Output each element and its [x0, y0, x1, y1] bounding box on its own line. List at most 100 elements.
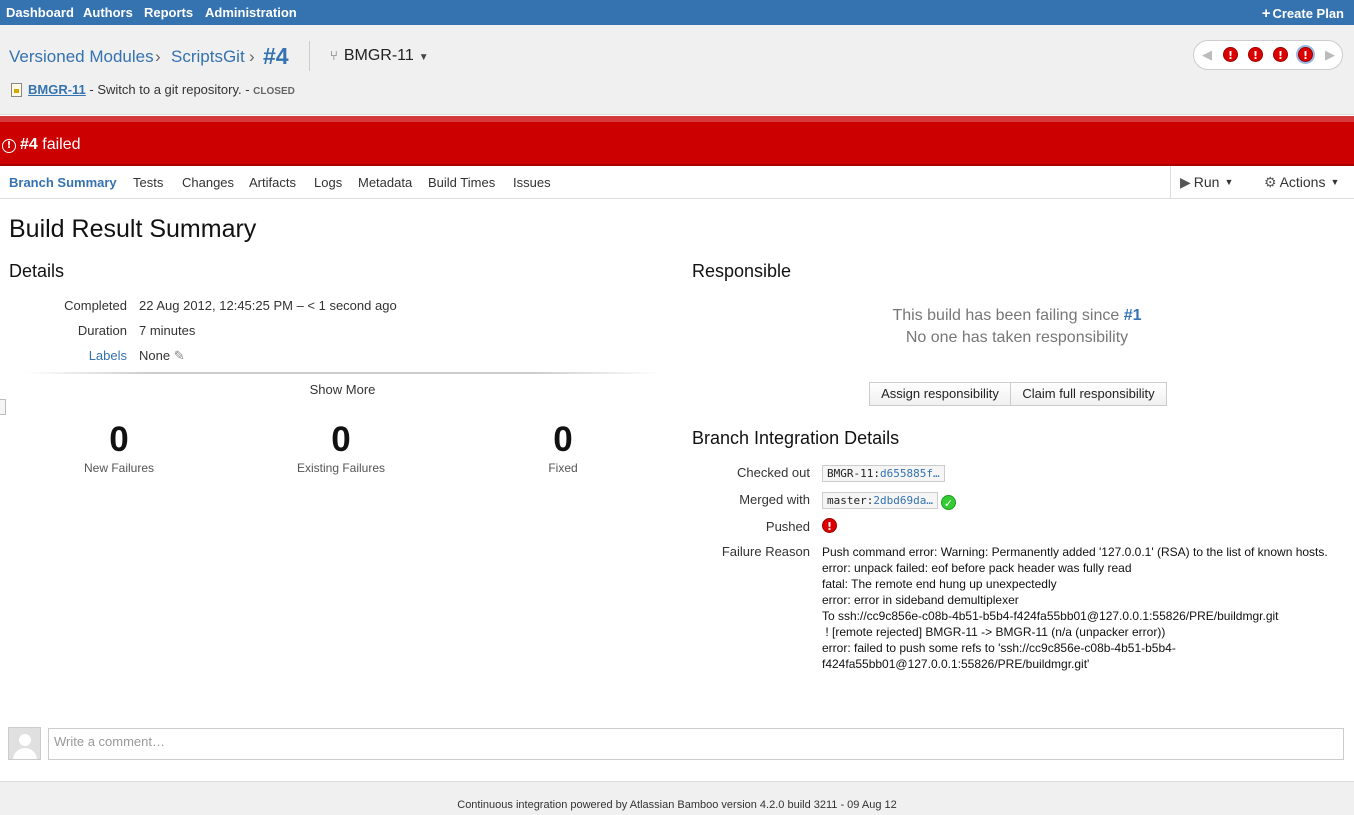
- claim-responsibility-button[interactable]: Claim full responsibility: [1010, 382, 1167, 406]
- build-history-nav: ◀ ! ! ! ! ▶: [1193, 40, 1343, 70]
- checked-out-revision: BMGR-11:d655885f…: [822, 465, 945, 482]
- tab-issues[interactable]: Issues: [513, 175, 551, 190]
- fixed-count: 0: [553, 420, 573, 459]
- no-responsibility-text: No one has taken responsibility: [905, 329, 1129, 346]
- new-failures-count: 0: [109, 420, 129, 459]
- details-heading: Details: [9, 261, 65, 281]
- breadcrumb-build-number[interactable]: #4: [263, 43, 289, 70]
- play-icon: ▶: [1180, 174, 1191, 190]
- existing-failures-count: 0: [331, 420, 351, 459]
- branch-icon: ⑂: [330, 48, 338, 63]
- breadcrumb-project[interactable]: Versioned Modules: [9, 47, 154, 67]
- labels-value: None ✎: [139, 348, 185, 364]
- failing-since-prefix: This build has been failing since: [892, 307, 1124, 324]
- avatar-head: [19, 734, 31, 746]
- create-plan-button[interactable]: + Create Plan: [1262, 5, 1344, 22]
- chevron-down-icon: ▼: [418, 52, 429, 63]
- avatar-body: [13, 748, 37, 759]
- issue-status-badge: CLOSED: [253, 86, 295, 97]
- page-title: Build Result Summary: [9, 215, 257, 243]
- header-divider: [309, 41, 310, 71]
- completed-label: Completed: [64, 298, 127, 313]
- breadcrumb-separator: ›: [155, 47, 161, 66]
- previous-build-arrow-icon[interactable]: ◀: [1202, 47, 1212, 63]
- tab-tests[interactable]: Tests: [133, 175, 163, 190]
- existing-failures-label: Existing Failures: [296, 461, 386, 475]
- comment-input[interactable]: [48, 728, 1344, 760]
- tab-artifacts[interactable]: Artifacts: [249, 175, 296, 190]
- issue-key-link[interactable]: BMGR-11: [28, 82, 86, 97]
- success-check-icon: ✓: [940, 495, 956, 510]
- breadcrumb-plan[interactable]: ScriptsGit: [171, 47, 245, 67]
- failing-since-build-link[interactable]: #1: [1124, 307, 1142, 324]
- fixed-label: Fixed: [548, 461, 578, 475]
- actions-label: Actions: [1279, 174, 1326, 190]
- failing-since-text: This build has been failing since #1: [692, 307, 1342, 325]
- failure-reason-line: error: error in sideband demultiplexer: [822, 593, 1019, 607]
- push-failed-icon: !: [822, 518, 837, 533]
- merged-with-revision: master:2dbd69da…: [822, 492, 938, 509]
- duration-label: Duration: [77, 323, 127, 338]
- failure-reason-line: ! [remote rejected] BMGR-11 -> BMGR-11 (…: [822, 625, 1166, 639]
- branch-name: BMGR-11: [343, 47, 414, 64]
- merged-with-branch: master:: [827, 494, 874, 507]
- checked-out-hash-link[interactable]: d655885f…: [880, 467, 940, 480]
- failure-reason-line: fatal: The remote end hung up unexpected…: [822, 577, 1057, 591]
- next-build-arrow-icon[interactable]: ▶: [1325, 47, 1335, 63]
- nav-authors[interactable]: Authors: [83, 5, 133, 20]
- failure-reason-line: error: failed to push some refs to 'ssh:…: [822, 641, 1176, 671]
- issue-summary: - Switch to a git repository. -: [85, 82, 254, 97]
- page-header: Versioned Modules › ScriptsGit › #4 ⑂ BMG…: [0, 25, 1354, 115]
- tab-changes[interactable]: Changes: [182, 175, 234, 190]
- failure-reason-line: error: unpack failed: eof before pack he…: [822, 561, 1132, 575]
- build-status-banner: ! #4 failed: [0, 116, 1354, 166]
- failure-reason-text: Push command error: Warning: Permanently…: [822, 544, 1342, 672]
- branch-integration-heading: Branch Integration Details: [692, 428, 900, 448]
- show-more-link[interactable]: Show More: [0, 382, 685, 397]
- chevron-down-icon: ▼: [1224, 177, 1234, 187]
- failed-build-icon[interactable]: !: [1248, 47, 1263, 62]
- assign-responsibility-button[interactable]: Assign responsibility: [869, 382, 1011, 406]
- checked-out-branch: BMGR-11:: [827, 467, 880, 480]
- nav-administration[interactable]: Administration: [205, 5, 297, 20]
- checked-out-value: BMGR-11:d655885f…: [822, 465, 945, 482]
- tab-build-times[interactable]: Build Times: [428, 175, 495, 190]
- tab-branch-summary[interactable]: Branch Summary: [9, 175, 117, 190]
- actions-button[interactable]: ⚙ Actions ▼: [1264, 174, 1339, 191]
- gear-icon: ⚙: [1264, 174, 1277, 190]
- sidebar-toggle-handle[interactable]: [0, 399, 6, 415]
- linked-issue: BMGR-11 - Switch to a git repository. - …: [11, 82, 295, 97]
- pushed-label: Pushed: [765, 519, 810, 534]
- branch-selector[interactable]: ⑂ BMGR-11 ▼: [330, 47, 429, 65]
- top-navigation: Dashboard Authors Reports Administration…: [0, 0, 1354, 25]
- tab-logs[interactable]: Logs: [314, 175, 342, 190]
- run-button[interactable]: ▶ Run ▼: [1180, 174, 1233, 191]
- failure-reason-label: Failure Reason: [721, 544, 810, 559]
- merged-with-label: Merged with: [739, 492, 810, 507]
- page-footer: Continuous integration powered by Atlass…: [0, 781, 1354, 815]
- details-divider: [24, 372, 660, 374]
- current-build-icon[interactable]: !: [1298, 47, 1313, 62]
- plus-icon: +: [1261, 5, 1271, 22]
- new-failures-label: New Failures: [83, 461, 155, 475]
- nav-reports[interactable]: Reports: [144, 5, 193, 20]
- failed-build-icon[interactable]: !: [1223, 47, 1238, 62]
- labels-none: None: [139, 348, 171, 363]
- chevron-down-icon: ▼: [1330, 177, 1340, 187]
- failure-reason-line: Push command error: Warning: Permanently…: [822, 545, 1328, 559]
- nav-dashboard[interactable]: Dashboard: [6, 5, 74, 20]
- tab-metadata[interactable]: Metadata: [358, 175, 412, 190]
- avatar: [8, 727, 41, 760]
- labels-link[interactable]: Labels: [7, 348, 127, 363]
- toolbar-divider: [1170, 166, 1171, 199]
- breadcrumb-separator: ›: [249, 47, 255, 66]
- duration-value: 7 minutes: [139, 323, 196, 338]
- responsible-heading: Responsible: [692, 261, 792, 281]
- merged-with-hash-link[interactable]: 2dbd69da…: [873, 494, 933, 507]
- issue-document-icon: [11, 83, 22, 97]
- create-plan-label: Create Plan: [1272, 6, 1344, 21]
- pushed-value: !: [822, 518, 837, 533]
- pencil-icon[interactable]: ✎: [174, 348, 185, 363]
- footer-text: Continuous integration powered by Atlass…: [457, 799, 897, 811]
- failed-build-icon[interactable]: !: [1273, 47, 1288, 62]
